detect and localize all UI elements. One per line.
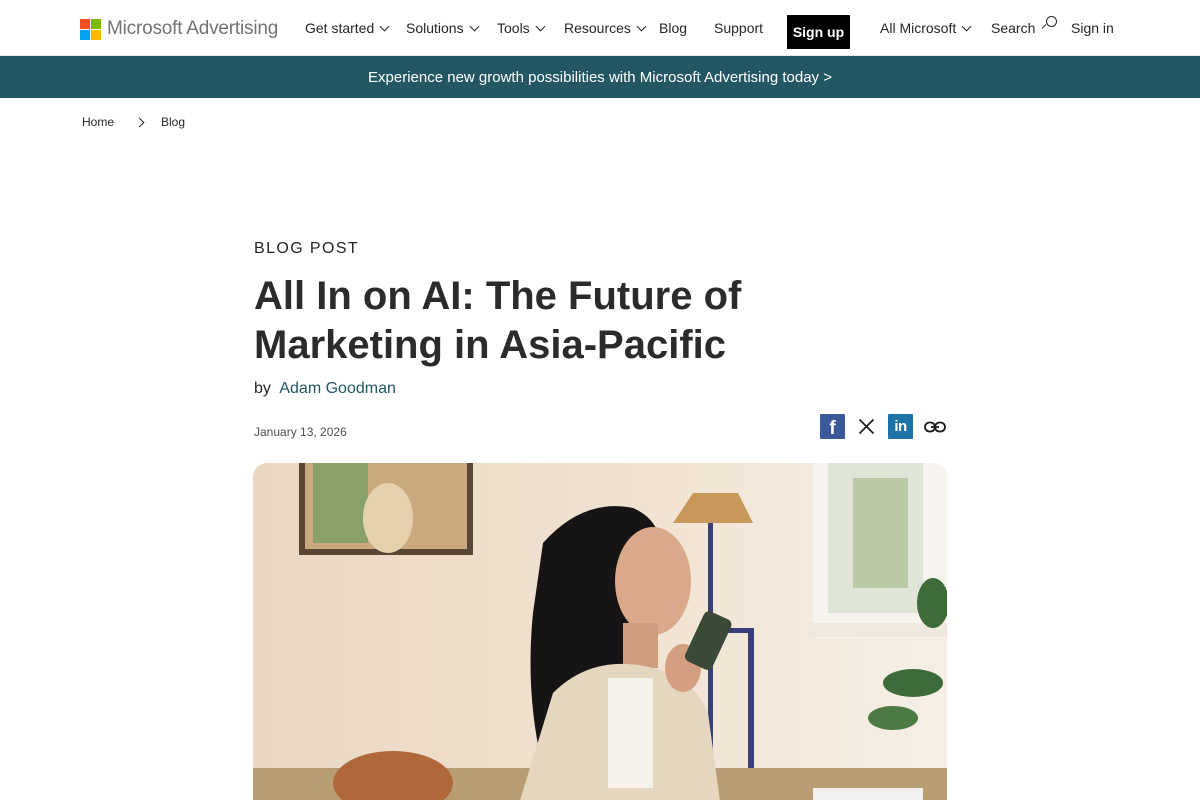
nav-blog[interactable]: Blog bbox=[659, 20, 714, 36]
chevron-down-icon bbox=[636, 21, 647, 31]
link-icon[interactable] bbox=[922, 414, 947, 439]
search-button[interactable]: Search bbox=[991, 0, 1058, 56]
sign-in-link[interactable]: Sign in bbox=[1071, 0, 1114, 56]
x-logo-svg bbox=[858, 418, 875, 435]
by-label: by bbox=[254, 380, 271, 397]
search-label: Search bbox=[991, 20, 1036, 36]
x-icon[interactable] bbox=[854, 414, 879, 439]
nav-support[interactable]: Support bbox=[714, 20, 763, 36]
nav-resources[interactable]: Resources bbox=[564, 20, 659, 36]
facebook-icon[interactable]: f bbox=[820, 414, 845, 439]
microsoft-logo-icon bbox=[80, 18, 101, 40]
chevron-right-icon bbox=[134, 117, 145, 127]
breadcrumb-blog[interactable]: Blog bbox=[161, 115, 185, 129]
microsoft-advertising-logo[interactable]: Microsoft Advertising bbox=[80, 18, 278, 40]
nav-tools[interactable]: Tools bbox=[497, 20, 564, 36]
hero-image bbox=[253, 463, 947, 800]
article-title: All In on AI: The Future of Marketing in… bbox=[254, 274, 742, 367]
nav-label: Resources bbox=[564, 20, 631, 36]
breadcrumb-home[interactable]: Home bbox=[82, 115, 114, 129]
link-svg bbox=[923, 421, 946, 432]
nav-label: Support bbox=[714, 20, 764, 36]
chevron-down-icon bbox=[469, 21, 480, 31]
author-link[interactable]: Adam Goodman bbox=[279, 380, 396, 397]
sign-up-button[interactable]: Sign up bbox=[787, 15, 850, 49]
nav-label: Tools bbox=[497, 20, 530, 36]
promo-banner-link[interactable]: Experience new growth possibilities with… bbox=[0, 56, 1200, 98]
publish-date: January 13, 2026 bbox=[254, 425, 347, 439]
nav-get-started[interactable]: Get started bbox=[305, 20, 406, 36]
nav-solutions[interactable]: Solutions bbox=[406, 20, 497, 36]
logo-text: Microsoft Advertising bbox=[107, 18, 279, 39]
chevron-down-icon bbox=[961, 21, 972, 31]
linkedin-icon[interactable]: in bbox=[888, 414, 913, 439]
nav-label: Blog bbox=[659, 20, 688, 36]
search-icon bbox=[1041, 16, 1058, 32]
share-bar: f in bbox=[820, 414, 956, 439]
chevron-down-icon bbox=[379, 21, 390, 31]
article-eyebrow: BLOG POST bbox=[254, 240, 360, 257]
all-microsoft-menu[interactable]: All Microsoft bbox=[880, 0, 972, 56]
byline: by Adam Goodman bbox=[254, 380, 396, 398]
hero-illustration bbox=[253, 463, 947, 800]
chevron-down-icon bbox=[535, 21, 546, 31]
main-nav: Get started Solutions Tools Resources Bl… bbox=[305, 0, 763, 56]
nav-label: Solutions bbox=[406, 20, 464, 36]
site-header: Microsoft Advertising Get started Soluti… bbox=[0, 0, 1200, 56]
breadcrumb: Home Blog bbox=[82, 115, 185, 129]
all-microsoft-label: All Microsoft bbox=[880, 20, 957, 36]
nav-label: Get started bbox=[305, 20, 375, 36]
